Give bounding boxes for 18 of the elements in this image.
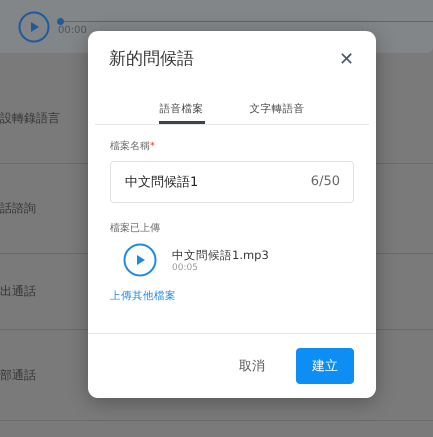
play-icon[interactable] [123,243,157,277]
play-icon[interactable] [18,10,50,42]
setting-label: 出通話 [0,283,36,300]
tab[interactable]: 文字轉語音 [248,100,306,124]
close-button[interactable]: ✕ [337,48,356,70]
upload-link[interactable]: 上傳其他檔案 [110,289,176,303]
setting-label: 話諮詢 [0,200,36,217]
file-name: 中文問候語1.mp3 [172,248,269,262]
file-duration: 00:05 [172,262,199,272]
uploaded-label: 檔案已上傳 [110,222,161,235]
setting-label: 設轉錄語言 [0,110,60,126]
cancel-button[interactable]: 取消 [233,356,271,376]
required-mark: * [150,141,155,152]
tab[interactable]: 語音檔案 [158,100,204,124]
dialog-title: 新的問候語 [109,48,194,70]
field-label: 檔案名稱* [110,140,156,153]
setting-label: 部通話 [0,366,36,384]
character-counter: 6/50 [310,174,340,189]
